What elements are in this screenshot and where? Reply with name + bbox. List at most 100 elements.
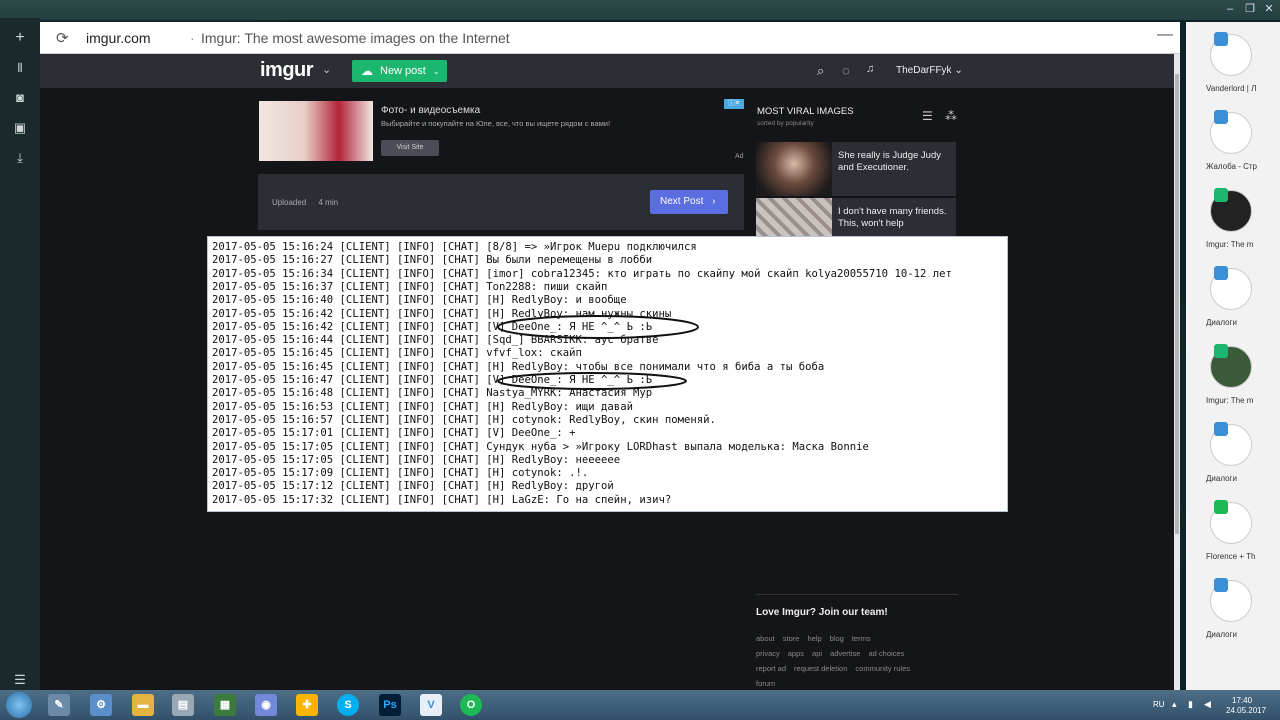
music-icon [1214, 500, 1228, 514]
ad-subtitle: Выбирайте и покупайте на Юле, все, что в… [381, 119, 611, 128]
address-bar[interactable]: ⟳ imgur.com · Imgur: The most awesome im… [40, 22, 1180, 54]
page-scrollbar[interactable] [1174, 54, 1180, 690]
minimize-icon[interactable]: – [1223, 2, 1237, 16]
search-icon[interactable]: ⌕ [817, 63, 824, 79]
control-panel-icon[interactable]: ⚙ [90, 694, 112, 716]
window-top-strip: – ❐ ✕ [0, 0, 1280, 20]
viral-item-title[interactable]: She really is Judge Judy and Executioner… [838, 150, 952, 174]
footer-link[interactable]: api [812, 649, 822, 658]
ad-close-icon[interactable]: ⓘ✕ [724, 99, 744, 109]
program-icon[interactable]: ✎ [48, 694, 70, 716]
list-view-icon[interactable]: ☰ [922, 109, 933, 123]
upload-cloud-icon: ☁ [361, 64, 373, 78]
next-post-button[interactable]: Next Post › [650, 190, 728, 214]
minecraft-icon[interactable]: ▦ [214, 694, 236, 716]
footer-link[interactable]: terms [852, 634, 871, 643]
circle-mark [497, 315, 699, 339]
minimize-panel-icon[interactable]: — [1157, 26, 1173, 44]
ad-title[interactable]: Фото- и видеосъемка [381, 105, 480, 116]
footer-links-row: privacy apps api advertise ad choices [756, 649, 958, 658]
imgur-icon [1214, 188, 1228, 202]
join-team-link[interactable]: Love Imgur? Join our team! [756, 607, 888, 618]
speed-dial-icon[interactable]: ⫴ [10, 58, 30, 78]
image-icon[interactable]: ▣ [10, 118, 30, 138]
viral-item[interactable]: I don't have many friends. This, won't h… [756, 198, 956, 238]
footer-link[interactable]: store [783, 634, 800, 643]
opera-icon[interactable]: O [460, 694, 482, 716]
vk-icon [1214, 32, 1228, 46]
clock-date[interactable]: 24.05.2017 [1226, 706, 1266, 715]
advertisement[interactable]: Фото- и видеосъемка Выбирайте и покупайт… [258, 99, 744, 163]
tab-label[interactable]: Florence + Th [1206, 552, 1276, 561]
footer-link[interactable]: blog [830, 634, 844, 643]
tab-sidebar: Vanderlord | Л Жалоба - Стр Imgur: The m… [1186, 22, 1280, 690]
viral-item-title[interactable]: I don't have many friends. This, won't h… [838, 206, 952, 230]
footer-link[interactable]: about [756, 634, 775, 643]
scroll-thumb[interactable] [1175, 74, 1179, 534]
language-indicator[interactable]: RU [1153, 700, 1165, 709]
chevron-down-icon[interactable]: ⌄ [322, 63, 331, 76]
imgur-header: imgur ⌄ ☁ New post ⌄ ⌕ ◌ ♫ TheDarFFyk ⌄ [40, 54, 1174, 88]
folder-icon[interactable]: ▬ [132, 694, 154, 716]
new-post-button[interactable]: ☁ New post ⌄ [352, 60, 447, 82]
tab-label[interactable]: Vanderlord | Л [1206, 84, 1276, 93]
network-icon[interactable]: ▮ [1188, 699, 1193, 710]
document-icon[interactable]: ▤ [172, 694, 194, 716]
tab-label[interactable]: Диалоги [1206, 630, 1276, 639]
viral-item[interactable]: She really is Judge Judy and Executioner… [756, 142, 956, 196]
close-icon[interactable]: ✕ [1262, 2, 1276, 16]
tray-arrow-icon[interactable]: ▴ [1172, 699, 1177, 710]
address-separator: · [190, 30, 195, 46]
restore-icon[interactable]: ❐ [1243, 2, 1257, 16]
download-icon[interactable]: ⤓ [10, 148, 30, 168]
photoshop-icon[interactable]: Ps [379, 694, 401, 716]
footer-links-row: report ad request deletion community rules [756, 664, 958, 673]
footer-link[interactable]: forum [756, 679, 775, 688]
chat-icon[interactable]: ◌ [842, 63, 850, 78]
username: TheDarFFyk [896, 65, 952, 76]
tab-label[interactable]: Imgur: The m [1206, 240, 1276, 249]
tab-label[interactable]: Жалоба - Стр [1206, 162, 1276, 171]
uploaded-label: Uploaded [272, 198, 307, 207]
user-menu[interactable]: TheDarFFyk ⌄ [896, 65, 963, 76]
menu-icon[interactable]: ☰ [10, 670, 30, 690]
clock-time[interactable]: 17:40 [1232, 696, 1252, 705]
footer-link[interactable]: apps [788, 649, 804, 658]
ad-image[interactable] [259, 101, 373, 161]
camera-icon[interactable]: ◙ [10, 88, 30, 108]
footer-link[interactable]: advertise [830, 649, 860, 658]
bell-icon[interactable]: ♫ [866, 63, 874, 75]
address-host[interactable]: imgur.com [86, 30, 151, 46]
vk-icon [1214, 110, 1228, 124]
footer-link[interactable]: privacy [756, 649, 780, 658]
reload-icon[interactable]: ⟳ [56, 29, 69, 47]
chat-log-window: 2017-05-05 15:16:24 [CLIENT] [INFO] [CHA… [207, 236, 1008, 512]
footer-link[interactable]: ad choices [868, 649, 904, 658]
highlight-circles [497, 315, 699, 390]
imgur-logo[interactable]: imgur [260, 59, 314, 82]
viral-thumbnail[interactable] [756, 198, 832, 238]
footer-link[interactable]: help [807, 634, 821, 643]
vk-app-icon[interactable]: V [420, 694, 442, 716]
footer-link[interactable]: request deletion [794, 664, 847, 673]
game-icon[interactable]: ✚ [296, 694, 318, 716]
tab-label[interactable]: Диалоги [1206, 474, 1276, 483]
imgur-icon [1214, 344, 1228, 358]
skype-icon[interactable]: S [337, 694, 359, 716]
footer-link[interactable]: community rules [855, 664, 910, 673]
next-post-label: Next Post [660, 196, 704, 207]
discord-icon[interactable]: ◉ [255, 694, 277, 716]
chevron-right-icon: › [712, 196, 716, 207]
footer-link[interactable]: report ad [756, 664, 786, 673]
volume-icon[interactable]: ◀ [1204, 699, 1211, 710]
taskbar: ✎ ⚙ ▬ ▤ ▦ ◉ ✚ S Ps V O RU ▴ ▮ ◀ 17:40 24… [0, 690, 1280, 720]
tab-label[interactable]: Imgur: The m [1206, 396, 1276, 405]
start-button[interactable] [6, 692, 32, 718]
ad-label: Ad [735, 153, 744, 160]
grid-view-icon[interactable]: ⁂ [945, 109, 957, 123]
viral-title: MOST VIRAL IMAGES [757, 106, 854, 117]
visit-site-button[interactable]: Visit Site [381, 140, 439, 156]
add-icon[interactable]: + [10, 28, 30, 48]
viral-thumbnail[interactable] [756, 142, 832, 196]
tab-label[interactable]: Диалоги [1206, 318, 1276, 327]
